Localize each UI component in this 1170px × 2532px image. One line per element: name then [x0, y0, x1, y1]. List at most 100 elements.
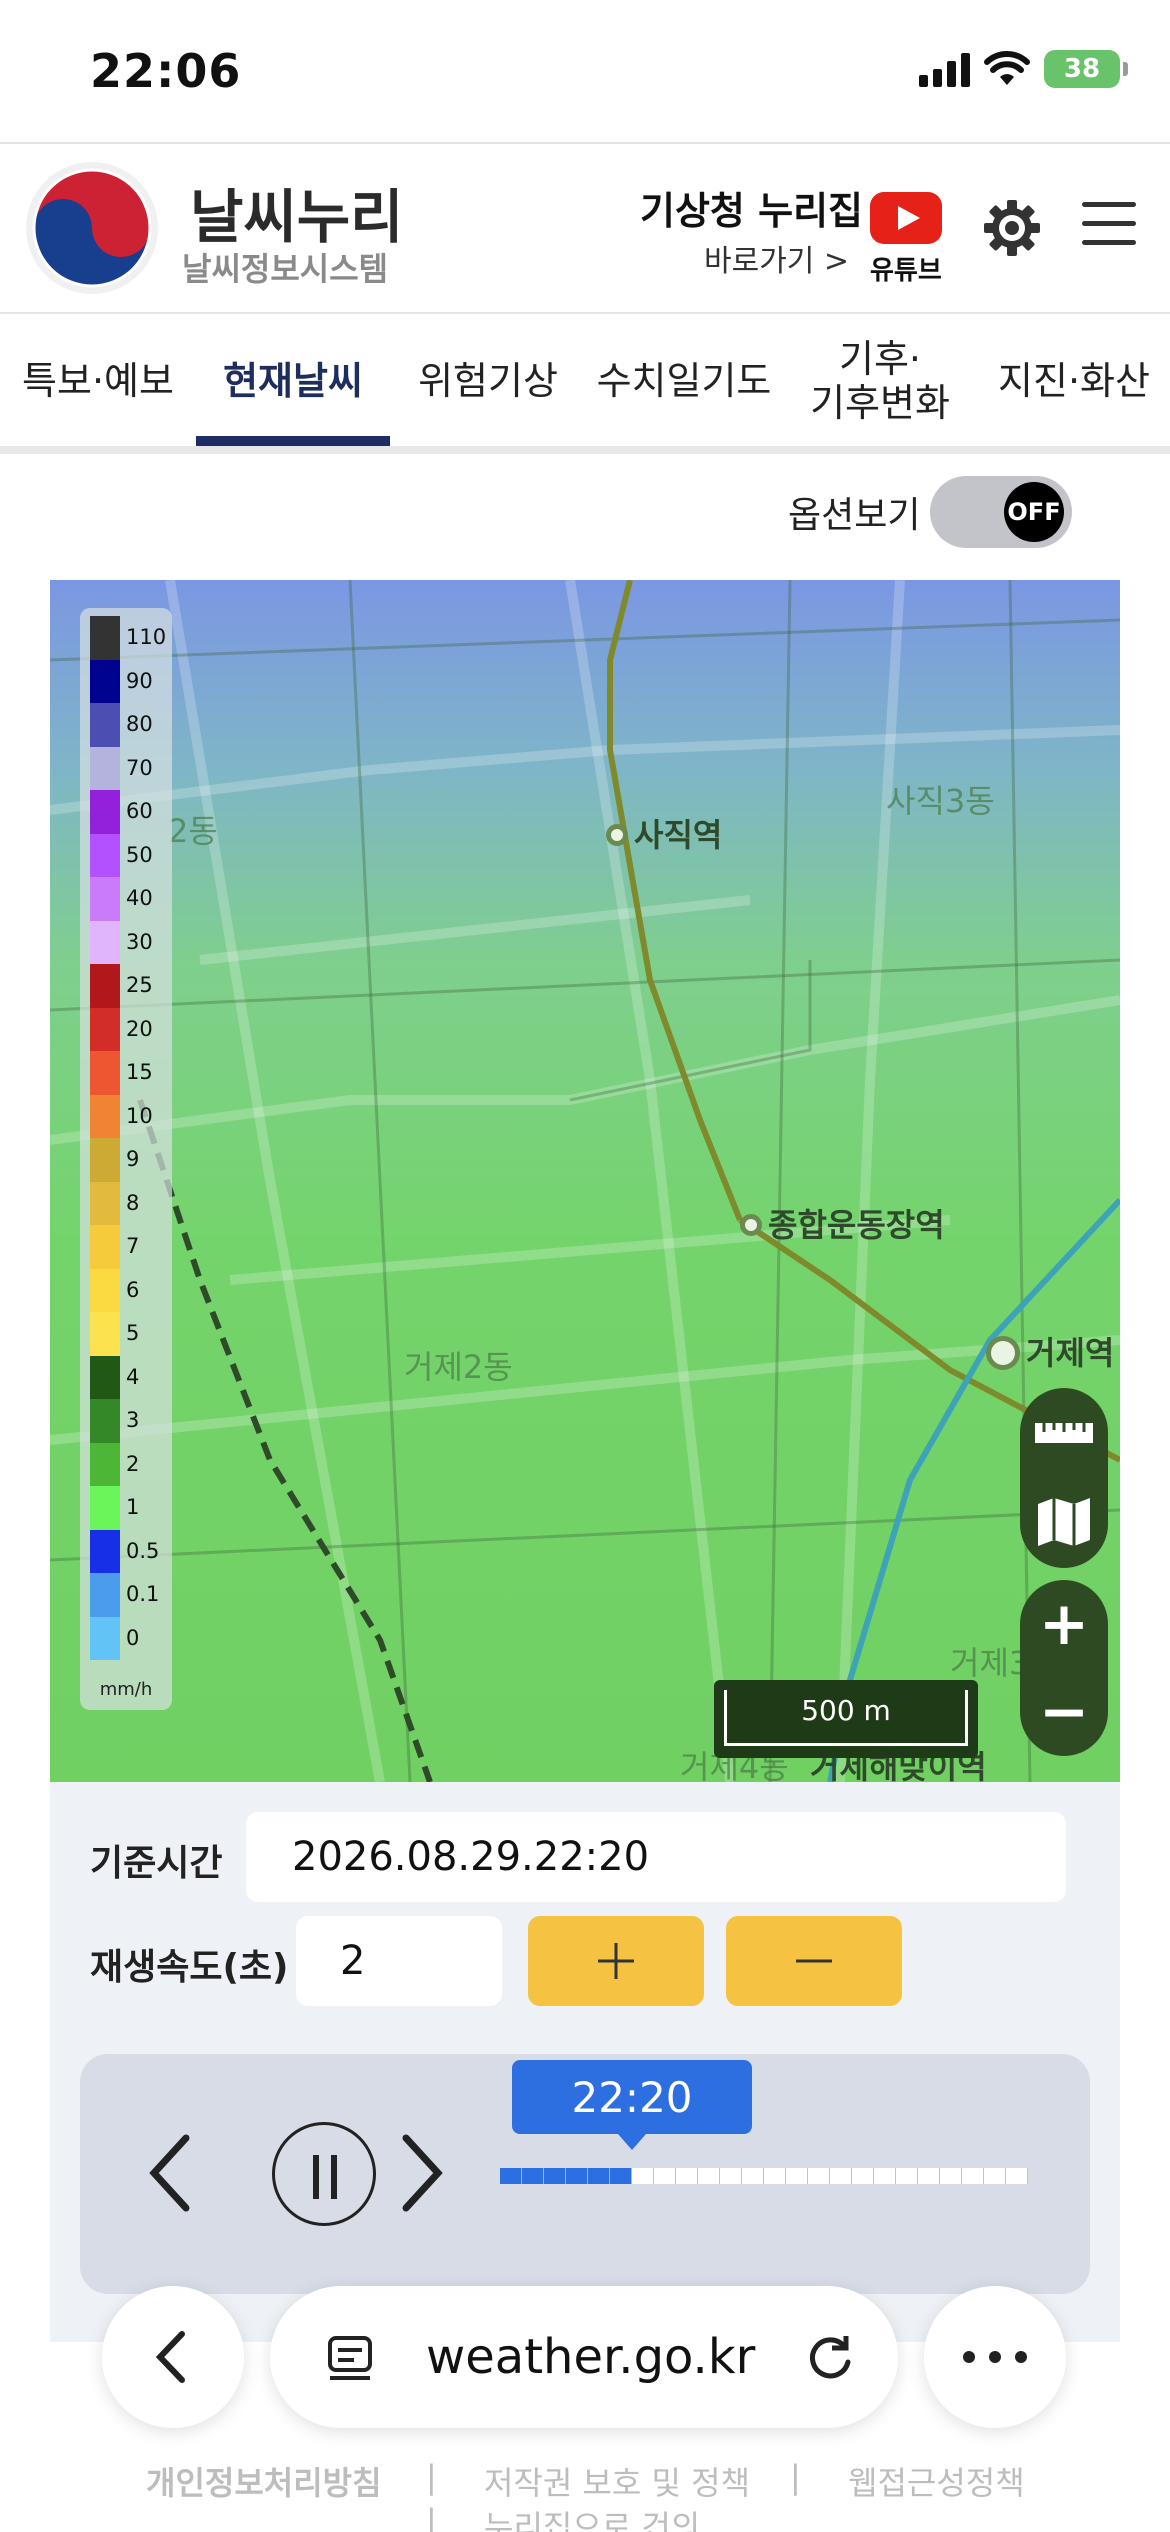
legend-swatch — [90, 833, 120, 878]
map-scale: 500 m — [714, 1680, 978, 1758]
legend-swatch — [90, 1007, 120, 1052]
legend-value: 15 — [126, 1060, 153, 1085]
ruler-icon[interactable] — [1020, 1388, 1108, 1476]
legend-value: 0 — [126, 1625, 140, 1650]
station-marker — [986, 1336, 1020, 1370]
scale-label: 500 m — [801, 1694, 891, 1727]
browser-more-button[interactable] — [924, 2286, 1066, 2428]
legend-item: 40 — [90, 877, 170, 921]
tab-climate[interactable]: 기후· 기후변화 — [782, 314, 978, 450]
battery-level: 38 — [1063, 54, 1101, 84]
footer-accessibility-link[interactable]: 웹접근성정책 — [848, 2458, 1025, 2504]
place-geoje2: 거제2동 — [404, 1348, 513, 1386]
legend-swatch — [90, 1355, 120, 1400]
brand-title[interactable]: 날씨누리 — [190, 170, 403, 254]
legend-swatch — [90, 1616, 120, 1661]
legend-value: 60 — [126, 799, 153, 824]
speed-label: 재생속도(초) — [90, 1947, 289, 1988]
playback-panel: 기준시간 2026.08.29.22:20 재생속도(초) 2 22:20 — [50, 1782, 1120, 2342]
legend-value: 2 — [126, 1451, 140, 1476]
legend-swatch — [90, 920, 120, 965]
map-layer-icon[interactable] — [1020, 1478, 1108, 1566]
site-header: 날씨누리 날씨정보시스템 기상청 누리집 바로가기 > 유튜브 — [0, 144, 1170, 312]
reload-icon[interactable] — [804, 2332, 856, 2384]
legend-item: 50 — [90, 833, 170, 878]
hamburger-menu-icon[interactable] — [1082, 202, 1136, 246]
legend-swatch — [90, 1225, 120, 1269]
status-time: 22:06 — [90, 44, 242, 98]
base-time-field[interactable]: 2026.08.29.22:20 — [246, 1812, 1066, 1902]
chevron-left-icon — [155, 2331, 185, 2383]
tab-numerical-charts[interactable]: 수치일기도 — [586, 314, 782, 450]
legend-swatch — [90, 1442, 120, 1487]
legend-value: 4 — [126, 1364, 140, 1389]
footer-links: 개인정보처리방침 | 저작권 보호 및 정책 | 웹접근성정책 | 누리집으로 … — [0, 2450, 1170, 2532]
legend-value: 1 — [126, 1495, 140, 1520]
youtube-label[interactable]: 유튜브 — [870, 250, 942, 287]
zoom-out-icon[interactable]: − — [1020, 1668, 1108, 1756]
kma-go-link[interactable]: 바로가기 > — [704, 236, 849, 280]
tab-earthquake-volcano[interactable]: 지진·화산 — [978, 314, 1170, 450]
legend-item: 25 — [90, 964, 170, 1008]
legend-swatch — [90, 659, 120, 704]
legend-value: 50 — [126, 842, 153, 867]
legend-swatch — [90, 1399, 120, 1443]
kma-site-link[interactable]: 기상청 누리집 — [640, 180, 863, 235]
legend-value: 9 — [126, 1147, 140, 1172]
pause-button[interactable] — [272, 2122, 376, 2226]
toggle-knob: OFF — [1004, 482, 1064, 542]
legend-item: 110 — [90, 616, 170, 660]
place-dong2: 2동 — [168, 812, 218, 850]
footer-suggest-link[interactable]: 누리집으로 건의 — [484, 2502, 700, 2532]
station-marker — [740, 1214, 762, 1236]
legend-item: 5 — [90, 1312, 170, 1356]
legend-item: 3 — [90, 1399, 170, 1443]
tab-forecast[interactable]: 특보·예보 — [0, 314, 196, 450]
legend-item: 70 — [90, 746, 170, 791]
precipitation-legend: mm/h 110 90 80 70 60 50 40 30 25 20 15 10 9 8 7 6 5 4 3 2 1 0… — [80, 608, 172, 1710]
url-text: weather.go.kr — [426, 2329, 756, 2385]
time-slider[interactable] — [500, 2168, 1028, 2184]
previous-frame-icon[interactable] — [142, 2128, 202, 2218]
legend-value: 30 — [126, 929, 153, 954]
legend-swatch — [90, 1051, 120, 1095]
legend-value: 0.5 — [126, 1538, 160, 1563]
legend-item: 8 — [90, 1181, 170, 1226]
next-frame-icon[interactable] — [390, 2128, 450, 2218]
legend-swatch — [90, 1138, 120, 1182]
brand-subtitle: 날씨정보시스템 — [182, 250, 389, 288]
speed-increase-button[interactable] — [528, 1916, 704, 2006]
reader-icon[interactable] — [326, 2334, 378, 2382]
tab-severe-weather[interactable]: 위험기상 — [390, 314, 586, 450]
legend-swatch — [90, 877, 120, 921]
gear-icon[interactable] — [980, 196, 1044, 260]
speed-decrease-button[interactable] — [726, 1916, 902, 2006]
legend-item: 80 — [90, 703, 170, 747]
legend-item: 60 — [90, 790, 170, 834]
legend-swatch — [90, 1486, 120, 1530]
options-toggle[interactable]: OFF — [930, 476, 1072, 548]
place-sajik-station: 사직역 — [634, 816, 723, 854]
map-streets — [50, 580, 1120, 1782]
zoom-in-icon[interactable]: + — [1020, 1580, 1108, 1668]
legend-swatch — [90, 616, 120, 660]
legend-swatch — [90, 1573, 120, 1617]
main-tabs: 특보·예보 현재날씨 위험기상 수치일기도 기후· 기후변화 지진·화산 — [0, 314, 1170, 450]
legend-value: 8 — [126, 1190, 140, 1215]
speed-input[interactable]: 2 — [296, 1916, 502, 2006]
tab-current-weather[interactable]: 현재날씨 — [196, 314, 390, 450]
current-time-bubble: 22:20 — [512, 2060, 752, 2150]
legend-item: 2 — [90, 1442, 170, 1487]
footer-copyright-link[interactable]: 저작권 보호 및 정책 — [484, 2458, 750, 2504]
browser-back-button[interactable] — [102, 2286, 244, 2428]
youtube-icon[interactable] — [870, 192, 942, 244]
station-marker — [606, 824, 628, 846]
legend-item: 30 — [90, 920, 170, 965]
taegeuk-logo[interactable] — [24, 160, 160, 296]
legend-swatch — [90, 746, 120, 791]
footer-privacy-link[interactable]: 개인정보처리방침 — [146, 2458, 382, 2504]
browser-address-bar[interactable]: weather.go.kr — [270, 2286, 898, 2428]
radar-map[interactable]: 사직역 사직3동 2동 종합운동장역 거제역 거제2동 거제3동 거제4동 거제… — [50, 580, 1120, 1782]
legend-swatch — [90, 964, 120, 1008]
legend-item: 20 — [90, 1007, 170, 1052]
